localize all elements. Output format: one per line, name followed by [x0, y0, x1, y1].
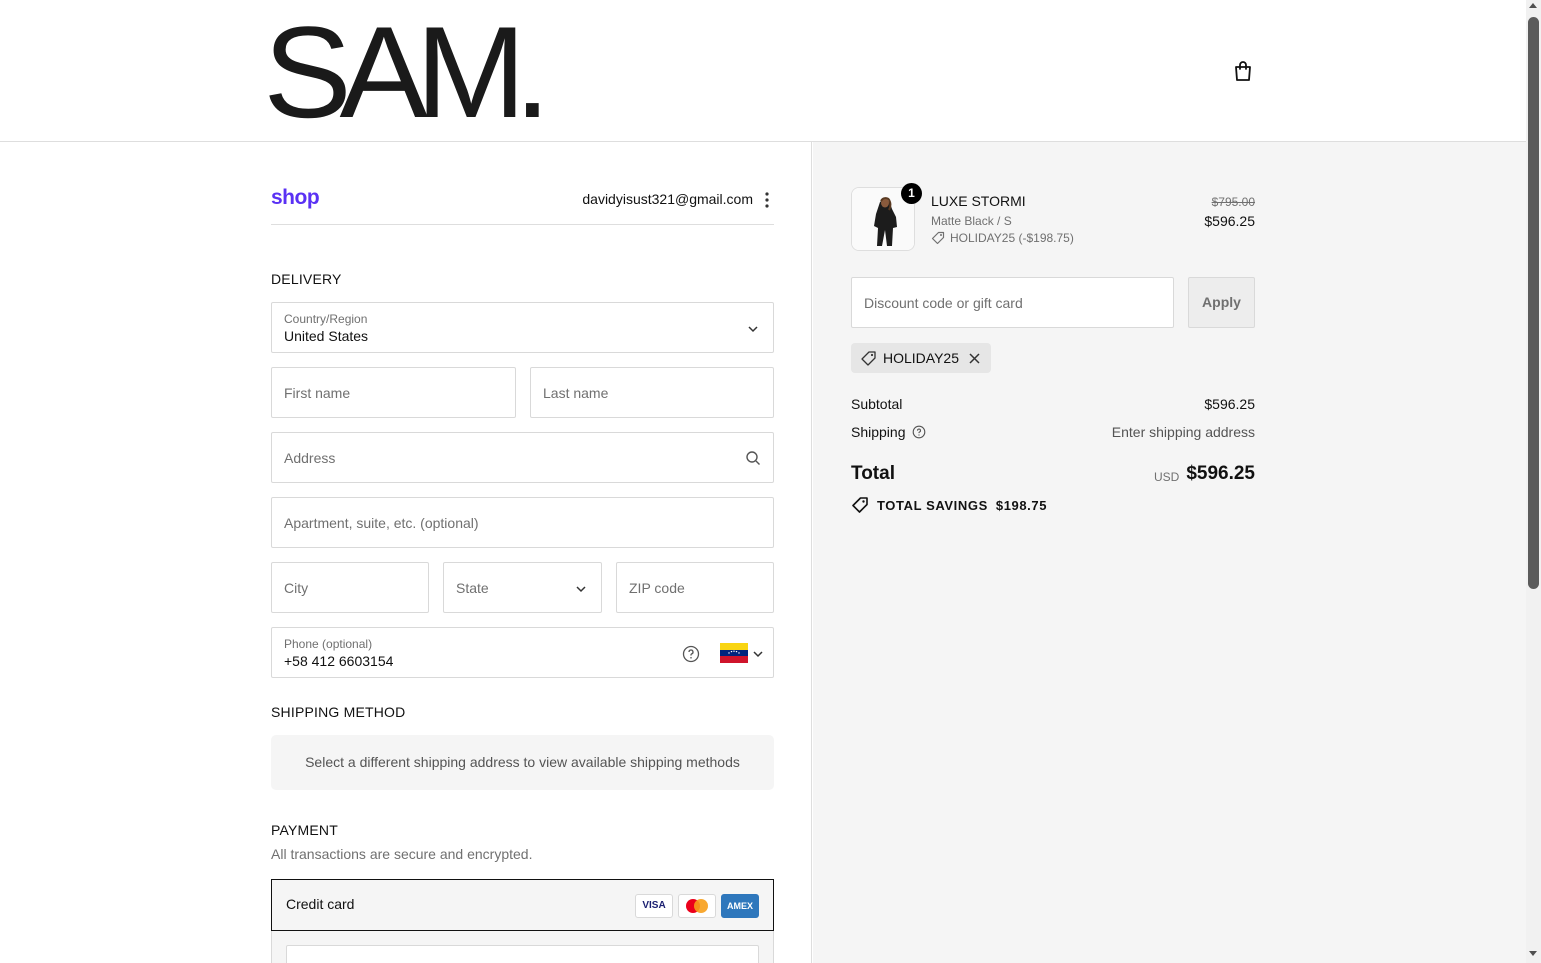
address-placeholder: Address — [284, 450, 336, 466]
apply-discount-button[interactable]: Apply — [1188, 277, 1255, 328]
more-options-icon[interactable] — [760, 190, 774, 210]
product-variant: Matte Black / S — [931, 214, 1012, 228]
phone-value: +58 412 6603154 — [284, 653, 394, 669]
shipping-row: Shipping — [851, 424, 926, 440]
discount-code-placeholder: Discount code or gift card — [864, 295, 1023, 311]
subtotal-label: Subtotal — [851, 396, 903, 412]
address-field[interactable]: Address — [271, 432, 774, 483]
chevron-down-icon — [576, 586, 586, 593]
total-savings: TOTAL SAVINGS $198.75 — [851, 496, 1047, 514]
total-value: $596.25 — [1186, 463, 1255, 484]
scroll-up-arrow-icon[interactable] — [1529, 3, 1537, 8]
order-summary-panel — [813, 142, 1526, 963]
state-select[interactable]: State — [443, 562, 602, 613]
apartment-placeholder: Apartment, suite, etc. (optional) — [284, 515, 479, 531]
payment-heading: PAYMENT — [271, 822, 338, 838]
city-placeholder: City — [284, 580, 309, 596]
apartment-field[interactable]: Apartment, suite, etc. (optional) — [271, 497, 774, 548]
country-label: Country/Region — [284, 312, 368, 326]
venezuela-flag-icon[interactable] — [720, 643, 748, 663]
original-price: $795.00 — [1211, 195, 1255, 209]
applied-discount-code: HOLIDAY25 — [883, 350, 959, 366]
country-select[interactable]: Country/Region United States — [271, 302, 774, 353]
total-savings-label: TOTAL SAVINGS — [877, 497, 988, 513]
zip-placeholder: ZIP code — [629, 580, 685, 596]
credit-card-label: Credit card — [286, 896, 355, 912]
delivery-heading: DELIVERY — [271, 271, 342, 287]
discounted-price: $596.25 — [1204, 213, 1255, 229]
scroll-down-arrow-icon[interactable] — [1529, 951, 1537, 956]
checkout-form-panel — [0, 142, 812, 963]
account-email: davidyisust321@gmail.com — [582, 191, 753, 207]
help-circle-icon[interactable] — [682, 645, 700, 663]
tag-icon — [861, 351, 876, 366]
amex-icon: AMEX — [721, 894, 759, 918]
payment-subtitle: All transactions are secure and encrypte… — [271, 846, 533, 862]
chevron-down-icon — [748, 326, 758, 333]
first-name-field[interactable]: First name — [271, 367, 516, 418]
shipping-value: Enter shipping address — [1111, 424, 1255, 440]
brand-logo[interactable]: SAM. — [263, 2, 550, 142]
mastercard-icon — [678, 894, 716, 918]
discount-code-input[interactable]: Discount code or gift card — [851, 277, 1174, 328]
zip-field[interactable]: ZIP code — [616, 562, 774, 613]
close-icon[interactable] — [968, 352, 981, 365]
shipping-method-heading: SHIPPING METHOD — [271, 704, 406, 720]
total-savings-value: $198.75 — [995, 497, 1048, 513]
card-number-field[interactable] — [286, 945, 759, 963]
credit-card-details — [271, 931, 774, 963]
state-placeholder: State — [456, 580, 489, 596]
city-field[interactable]: City — [271, 562, 429, 613]
search-icon — [746, 451, 760, 465]
product-discount-text: HOLIDAY25 (-$198.75) — [950, 231, 1074, 245]
shipping-label: Shipping — [851, 424, 906, 440]
total-label: Total — [851, 463, 895, 484]
credit-card-option[interactable]: Credit card VISA AMEX — [271, 879, 774, 931]
help-circle-icon[interactable] — [912, 425, 926, 439]
first-name-placeholder: First name — [284, 385, 351, 401]
total-currency: USD — [1154, 470, 1180, 484]
chevron-down-icon[interactable] — [752, 648, 764, 660]
visa-icon: VISA — [635, 894, 673, 918]
product-discount: HOLIDAY25 (-$198.75) — [931, 231, 1074, 245]
phone-label: Phone (optional) — [284, 637, 373, 651]
phone-field[interactable]: Phone (optional) +58 412 6603154 — [271, 627, 774, 678]
product-name: LUXE STORMI — [931, 193, 1026, 209]
site-header: SAM. — [0, 0, 1526, 142]
page-scrollbar[interactable] — [1526, 0, 1541, 963]
shop-pay-logo: shop — [271, 186, 320, 209]
tag-icon — [852, 497, 868, 513]
shopping-bag-icon[interactable] — [1231, 59, 1255, 83]
quantity-badge: 1 — [901, 183, 922, 204]
divider — [271, 224, 774, 225]
subtotal-value: $596.25 — [1204, 396, 1255, 412]
last-name-field[interactable]: Last name — [530, 367, 774, 418]
shipping-method-notice: Select a different shipping address to v… — [271, 735, 774, 790]
country-value: United States — [284, 328, 369, 344]
scrollbar-thumb[interactable] — [1528, 17, 1539, 589]
last-name-placeholder: Last name — [543, 385, 609, 401]
tag-icon — [931, 231, 945, 245]
applied-discount-chip: HOLIDAY25 — [851, 343, 991, 373]
